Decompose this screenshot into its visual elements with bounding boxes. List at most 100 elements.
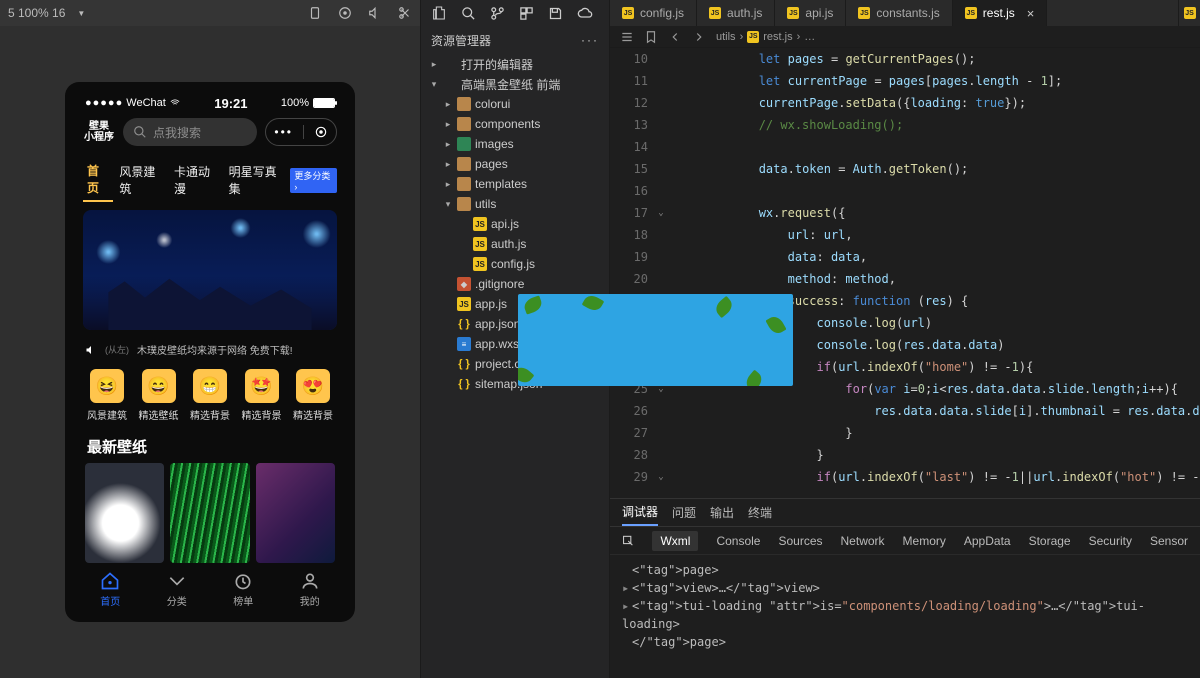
cloud-icon[interactable] — [577, 5, 593, 21]
bookmark-icon[interactable] — [644, 30, 658, 44]
bottom-tabbar: 首页 分类 榜单 我的 — [77, 567, 343, 610]
tabbar-item[interactable]: 首页 — [99, 571, 121, 608]
tabbar-item[interactable]: 我的 — [299, 571, 321, 608]
crumb-folder[interactable]: utils — [716, 31, 736, 43]
search-placeholder: 点我搜索 — [153, 124, 201, 141]
inspect-icon[interactable] — [622, 534, 634, 548]
editor-tab[interactable]: JSauth.js — [697, 0, 775, 26]
tree-item[interactable]: ▸images — [421, 134, 609, 154]
nav-item[interactable]: 卡通动漫 — [170, 159, 223, 201]
editor-tab[interactable]: JSrest.js× — [953, 0, 1048, 26]
panel-top-tabs: 调试器问题输出终端 — [610, 499, 1200, 527]
wallpaper-thumb[interactable] — [85, 463, 164, 563]
devtool-tab[interactable]: Memory — [903, 534, 946, 548]
panel-tab[interactable]: 输出 — [710, 500, 734, 525]
panel-tab[interactable]: 问题 — [672, 500, 696, 525]
tree-item[interactable]: ▸templates — [421, 174, 609, 194]
cut-icon[interactable] — [398, 6, 412, 20]
tree-item[interactable]: JSapi.js — [421, 214, 609, 234]
grid-item[interactable]: 🤩精选背景 — [242, 369, 282, 422]
grid-item[interactable]: 😍精选背景 — [293, 369, 333, 422]
editor-tab[interactable]: JSconstants.js — [846, 0, 952, 26]
phone-simulator: ●●●●● WeChat 19:21 100% 壁果小程序 点我搜索 ••• — [65, 82, 355, 622]
debug-panel: 调试器问题输出终端 Wxml Console Sources Network Memor… — [610, 498, 1200, 678]
tree-item[interactable]: JSauth.js — [421, 234, 609, 254]
tree-item[interactable]: ▸打开的编辑器 — [421, 54, 609, 74]
crumb-file[interactable]: rest.js — [763, 31, 792, 43]
tabbar-item[interactable]: 分类 — [166, 571, 188, 608]
record-icon[interactable] — [338, 6, 352, 20]
battery-label: 100% — [281, 97, 309, 109]
code-editor[interactable]: 10111213141516171819202526272829 ⌄⌄⌄ let… — [610, 48, 1200, 498]
tree-item[interactable]: { }project.config.json — [421, 354, 609, 374]
device-icon[interactable] — [308, 6, 322, 20]
nav-more[interactable]: 更多分类 › — [290, 168, 337, 193]
sim-topbar: 5 100% 16▼ — [0, 0, 420, 26]
devtools-tabs: Wxml Console Sources Network Memory AppData St… — [610, 527, 1200, 555]
tree-item[interactable]: JSapp.js — [421, 294, 609, 314]
nav-item[interactable]: 风景建筑 — [115, 159, 168, 201]
forward-icon[interactable] — [692, 30, 706, 44]
more-icon[interactable]: ··· — [581, 33, 599, 47]
nav-item[interactable]: 明星写真集 — [225, 159, 289, 201]
search-input[interactable]: 点我搜索 — [123, 118, 257, 146]
editor-tab[interactable]: JSapi.js — [775, 0, 846, 26]
grid-item[interactable]: 😁精选背景 — [190, 369, 230, 422]
speaker-icon — [85, 344, 97, 356]
more-icon[interactable]: ••• — [274, 125, 293, 139]
grid-item[interactable]: 😄精选壁纸 — [139, 369, 179, 422]
devtool-tab[interactable]: Wxml — [652, 531, 698, 551]
nav-item[interactable]: 首页 — [83, 158, 113, 202]
scroll-notice: (从左) 木璞皮壁纸均来源于网络 免费下载! — [85, 342, 335, 357]
zoom-label[interactable]: 5 100% 16 — [8, 6, 65, 20]
extensions-icon[interactable] — [519, 6, 534, 21]
phone-status-bar: ●●●●● WeChat 19:21 100% — [77, 94, 343, 112]
search-icon[interactable] — [461, 6, 476, 21]
explorer-title: 资源管理器 ··· — [421, 26, 609, 54]
time-label: 19:21 — [214, 96, 247, 111]
tree-item[interactable]: ▸colorui — [421, 94, 609, 114]
panel-tab[interactable]: 终端 — [748, 500, 772, 525]
grid-item[interactable]: 😆风景建筑 — [87, 369, 127, 422]
save-icon[interactable] — [548, 6, 563, 21]
panel-tab[interactable]: 调试器 — [622, 499, 658, 526]
hero-slide[interactable] — [83, 210, 337, 330]
tree-item[interactable]: ▾utils — [421, 194, 609, 214]
editor-tab[interactable]: JSconfig.js — [610, 0, 697, 26]
devtool-tab[interactable]: Sensor — [1150, 534, 1188, 548]
capsule-menu[interactable]: ••• — [265, 118, 337, 146]
tree-item[interactable]: ▸components — [421, 114, 609, 134]
tabbar-item[interactable]: 榜单 — [232, 571, 254, 608]
tree-item[interactable]: { }app.json — [421, 314, 609, 334]
wallpaper-thumb[interactable] — [256, 463, 335, 563]
mute-icon[interactable] — [368, 6, 382, 20]
tree-item[interactable]: ▸pages — [421, 154, 609, 174]
thumb-row — [77, 463, 343, 563]
overflow-tab-icon[interactable]: JS — [1178, 0, 1200, 26]
devtool-tab[interactable]: Console — [716, 534, 760, 548]
tree-item[interactable]: ◆.gitignore — [421, 274, 609, 294]
devtool-tab[interactable]: Sources — [778, 534, 822, 548]
editor-tabs: JSconfig.jsJSauth.jsJSapi.jsJSconstants.… — [610, 0, 1200, 26]
devtool-tab[interactable]: AppData — [964, 534, 1011, 548]
branch-icon[interactable] — [490, 6, 505, 21]
wxml-output[interactable]: <"tag">page>▸<"tag">view>…</"tag">view>▸… — [610, 555, 1200, 678]
tree-item[interactable]: ▾高端黑金壁纸 前端 — [421, 74, 609, 94]
list-icon[interactable] — [620, 30, 634, 44]
devtool-tab[interactable]: Network — [841, 534, 885, 548]
devtool-tab[interactable]: Storage — [1029, 534, 1071, 548]
app-logo: 壁果小程序 — [83, 121, 115, 143]
back-icon[interactable] — [668, 30, 682, 44]
close-icon[interactable]: × — [1027, 6, 1035, 21]
section-title: 最新壁纸 — [77, 430, 343, 463]
breadcrumb-row: utils › JS rest.js ›… — [610, 26, 1200, 48]
file-tree: ▸打开的编辑器▾高端黑金壁纸 前端▸colorui▸components▸ima… — [421, 54, 609, 678]
wallpaper-thumb[interactable] — [170, 463, 249, 563]
target-icon[interactable] — [314, 125, 328, 139]
carrier-label: WeChat — [126, 97, 166, 109]
tree-item[interactable]: ≡app.wxss — [421, 334, 609, 354]
files-icon[interactable] — [431, 5, 447, 21]
tree-item[interactable]: { }sitemap.json — [421, 374, 609, 394]
tree-item[interactable]: JSconfig.js — [421, 254, 609, 274]
devtool-tab[interactable]: Security — [1089, 534, 1132, 548]
